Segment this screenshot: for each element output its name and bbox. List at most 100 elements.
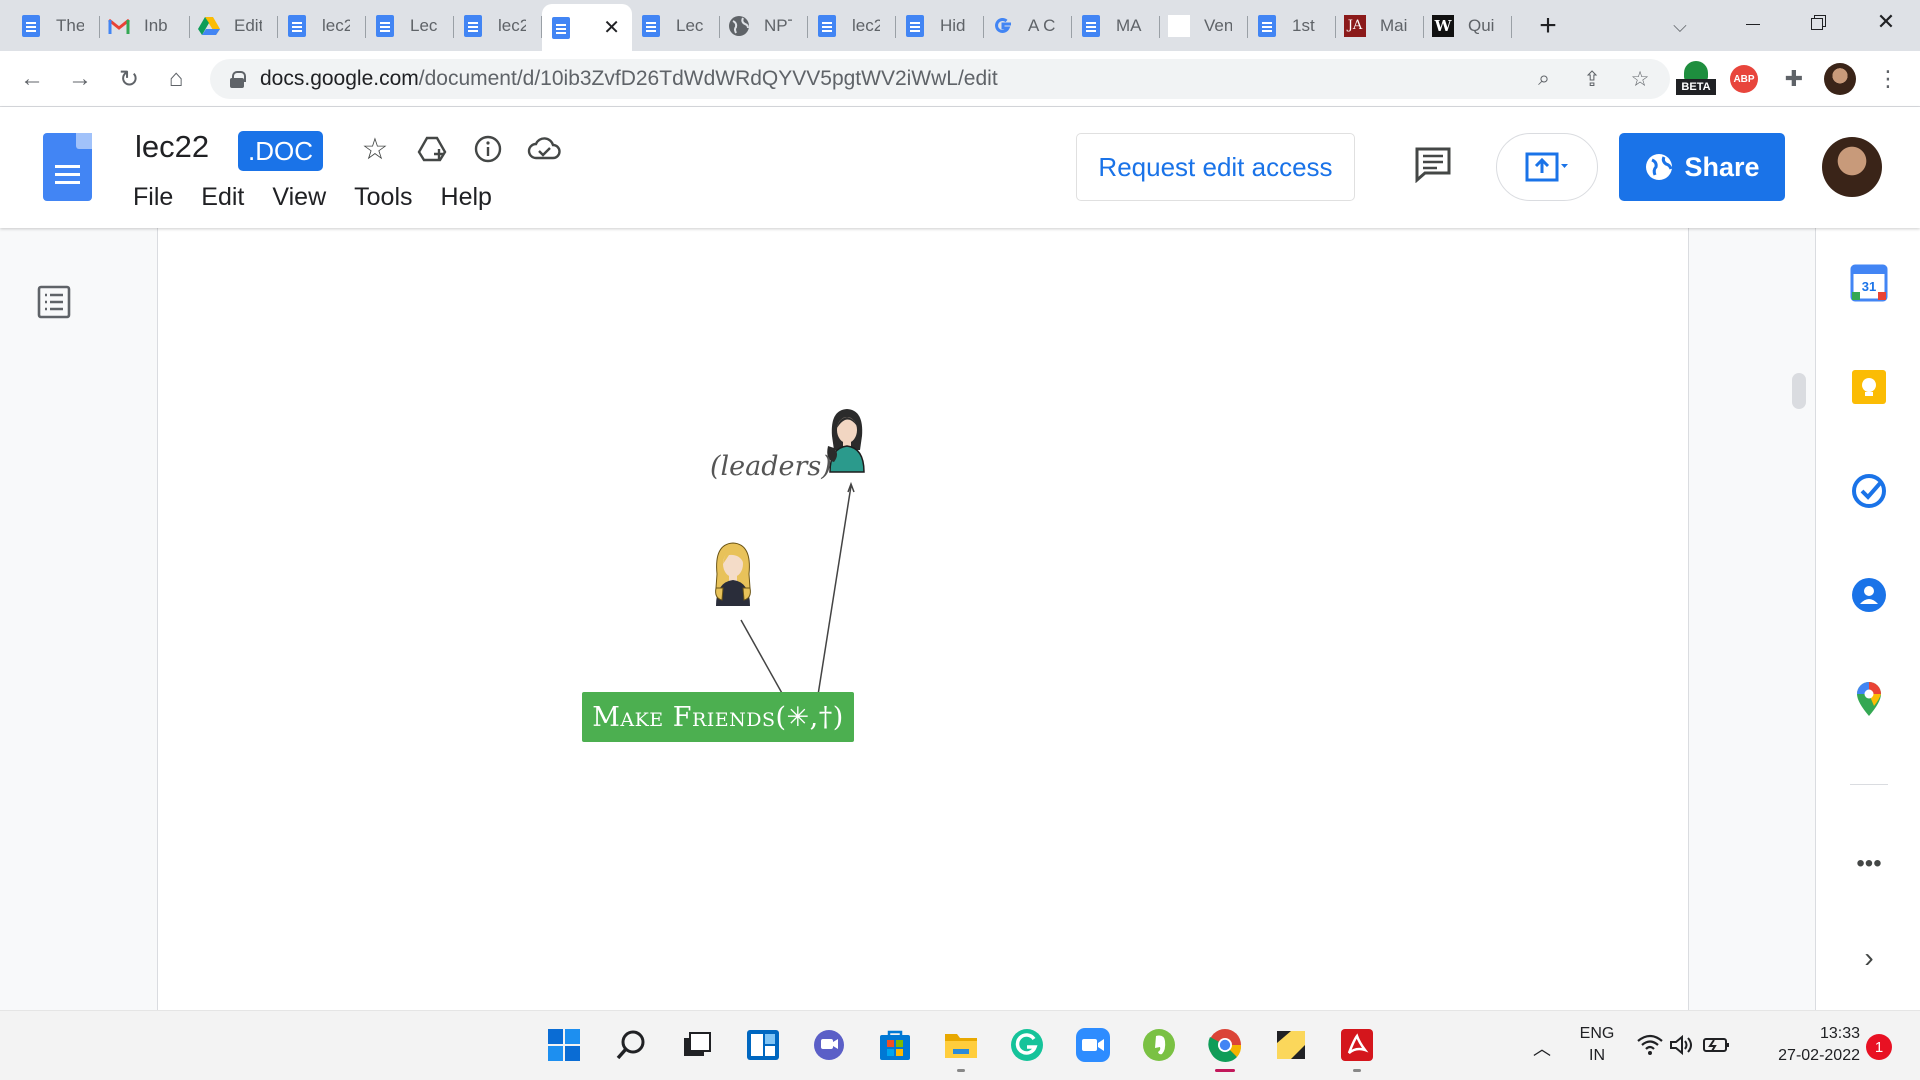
menu-help[interactable]: Help [441,183,492,212]
bookmark-star-icon[interactable]: ☆ [1624,63,1656,95]
browser-tab-label: A C [1028,15,1056,35]
acrobat-icon[interactable] [1337,1025,1377,1072]
menu-edit[interactable]: Edit [201,183,244,212]
tab-separator [1511,16,1512,38]
back-arrow-icon[interactable]: ← [16,63,48,95]
browser-toolbar: ← → ↻ ⌂ docs.google.com/document/d/10ib3… [0,51,1920,107]
browser-tab[interactable]: A C [984,4,1072,47]
leader-woman-blonde-icon[interactable] [712,540,754,608]
evernote-icon[interactable] [1139,1025,1179,1065]
cloud-status-icon[interactable] [526,131,562,167]
browser-tab[interactable]: Inb [100,4,190,47]
browser-tab[interactable]: JA Mai [1336,4,1424,47]
clock[interactable]: 13:33 27-02-2022 [1740,1023,1860,1067]
address-bar[interactable]: docs.google.com/document/d/10ib3ZvfD26Td… [210,59,1670,99]
new-tab-button[interactable]: + [1530,9,1566,42]
menu-tools[interactable]: Tools [354,183,412,212]
close-window-button[interactable]: ✕ [1866,6,1906,38]
browser-tab-label: The [56,15,84,35]
hidden-icons-chevron-icon[interactable]: ︿ [1530,1035,1554,1059]
tasks-icon[interactable] [1850,472,1888,510]
browser-tab[interactable]: lec2 [278,4,366,47]
url-path: /document/d/10ib3ZvfD26TdWdWRdQYVV5pgtWV… [418,67,998,90]
browser-tab[interactable]: NPT [720,4,808,47]
browser-tab[interactable]: MA [1072,4,1160,47]
comment-history-icon[interactable] [1413,145,1453,184]
request-edit-access-button[interactable]: Request edit access [1076,133,1355,201]
grammarly-icon[interactable] [1007,1025,1047,1065]
file-explorer-icon[interactable] [941,1025,981,1072]
home-icon[interactable]: ⌂ [160,63,192,95]
document-outline-icon[interactable] [36,284,72,320]
menu-file[interactable]: File [133,183,173,212]
account-avatar[interactable] [1822,137,1882,197]
zoom-app-icon[interactable] [1073,1025,1113,1065]
widgets-icon[interactable] [743,1025,783,1065]
browser-tab[interactable]: Edit [190,4,278,47]
notification-badge[interactable]: 1 [1866,1034,1892,1060]
browser-tab[interactable]: Hid [896,4,984,47]
extensions-puzzle-icon[interactable]: ✚ [1778,63,1810,95]
make-friends-button[interactable]: Make Friends(✳,†) [582,692,854,742]
task-view-icon[interactable] [677,1025,717,1065]
maps-icon[interactable] [1850,680,1888,718]
browser-tab-label: Lec [410,15,438,35]
star-icon[interactable]: ☆ [357,131,393,167]
volume-icon[interactable] [1668,1033,1696,1061]
browser-tab-label: 1st [1292,15,1315,35]
adblock-icon[interactable]: ABP [1730,65,1758,93]
browser-tab[interactable]: lec2 [808,4,896,47]
battery-icon[interactable] [1700,1033,1732,1061]
drive-icon [198,15,220,37]
vertical-scrollbar-thumb[interactable] [1792,373,1806,409]
microsoft-store-icon[interactable] [875,1025,915,1065]
leader-woman-dark-hair-icon[interactable] [826,406,868,474]
share-page-icon[interactable]: ⇪ [1576,63,1608,95]
share-button[interactable]: Share [1619,133,1785,201]
browser-tab[interactable]: Lec [366,4,454,47]
wifi-icon[interactable] [1636,1033,1664,1061]
docs-menu-bar: File Edit View Tools Help [133,183,520,212]
globe-icon [728,15,750,37]
forward-arrow-icon[interactable]: → [64,63,96,95]
chrome-icon[interactable] [1205,1025,1245,1072]
teams-chat-icon[interactable] [809,1025,849,1065]
browser-tab-strip: The Inb Edit lec2 Lec lec2 ✕ Lec NPT lec2 Hid A C MA… [0,0,1920,51]
docs-logo-icon[interactable] [43,133,92,201]
restore-button[interactable] [1797,8,1837,40]
sticky-notes-icon[interactable] [1271,1025,1311,1065]
more-icon[interactable]: ••• [1850,852,1888,892]
svg-text:31: 31 [1862,279,1876,294]
menu-view[interactable]: View [272,183,326,212]
browser-tab[interactable]: W Qui [1424,4,1512,47]
windows-start-icon[interactable] [544,1025,584,1065]
zoom-icon[interactable]: ⌕ [1528,63,1560,95]
browser-tab[interactable]: Lec [632,4,720,47]
browser-tab[interactable]: ✕ [542,4,632,51]
browser-menu-icon[interactable]: ⋮ [1876,63,1900,95]
minimize-button[interactable] [1733,8,1773,40]
move-to-drive-icon[interactable] [414,131,450,167]
browser-tab[interactable]: The [12,4,100,47]
browser-tab[interactable]: Ven [1160,4,1248,47]
tab-search-icon[interactable]: ⌵ [1664,10,1696,42]
calendar-icon[interactable]: 31 [1850,264,1888,302]
info-icon[interactable] [470,131,506,167]
clock-time: 13:33 [1819,1025,1860,1042]
tab-close-icon[interactable]: ✕ [603,15,620,40]
keep-icon[interactable] [1850,368,1888,406]
beta-extension-icon[interactable]: BETA [1676,59,1716,99]
browser-tab[interactable]: 1st [1248,4,1336,47]
browser-tab[interactable]: lec2 [454,4,542,47]
language-indicator[interactable]: ENG IN [1572,1023,1622,1067]
present-button[interactable] [1496,133,1598,201]
lock-icon[interactable] [230,71,246,88]
reload-icon[interactable]: ↻ [113,63,145,95]
contacts-icon[interactable] [1850,576,1888,614]
search-icon[interactable] [611,1025,651,1065]
side-panel: 31 ••• › [1815,228,1920,1010]
browser-tab-label: lec2 [498,15,526,35]
browser-profile-avatar[interactable] [1824,63,1856,95]
document-title[interactable]: lec22 [135,129,209,165]
expand-panel-icon[interactable]: › [1850,942,1888,980]
